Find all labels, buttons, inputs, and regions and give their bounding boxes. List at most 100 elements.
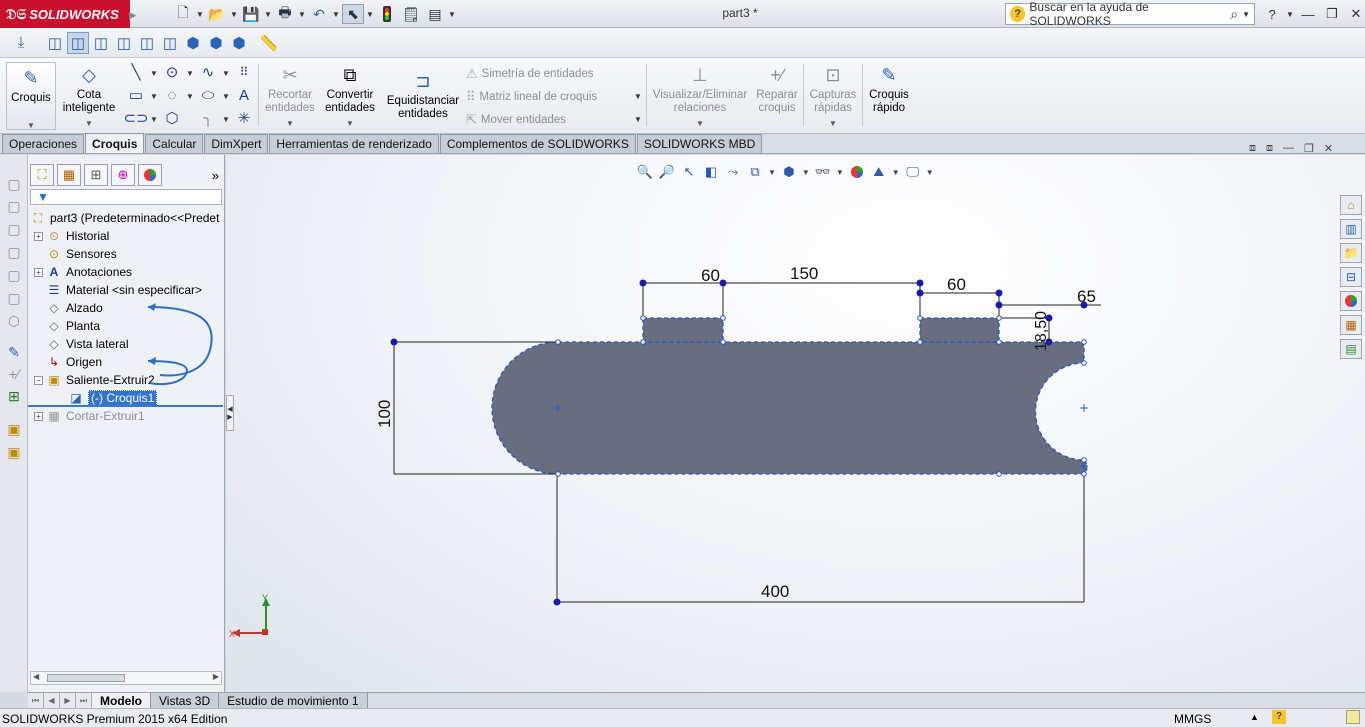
grid-icon[interactable]: ⠿ <box>232 62 256 82</box>
quick-snaps-button[interactable]: ⊡ Capturas rápidas ▼ <box>806 64 860 130</box>
configuration-manager-icon[interactable]: ⊞ <box>84 164 108 186</box>
revolve-icon[interactable]: ▢ <box>5 197 23 215</box>
solidworks-logo[interactable]: 𝔇𝔖 SOLIDWORKS ▶ <box>0 0 136 28</box>
relations-icon[interactable]: ⊞ <box>5 387 23 405</box>
restore-icon[interactable]: ❐ <box>1304 142 1314 155</box>
chevron-down-icon[interactable]: ▼ <box>1242 10 1250 19</box>
chevron-down-icon[interactable]: ▼ <box>150 92 158 101</box>
close-icon[interactable]: ✕ <box>1324 142 1333 155</box>
slot-icon[interactable]: ⊂⊃ <box>123 108 148 128</box>
expand-icon[interactable]: + <box>34 231 43 241</box>
ellipse-icon[interactable]: ⬭ <box>196 85 220 105</box>
move-entities-button[interactable]: ⇱ Mover entidades <box>466 112 566 128</box>
scroll-right-icon[interactable]: ▶ <box>213 672 219 681</box>
chevron-down-icon[interactable]: ▼ <box>150 69 158 78</box>
convert-entities-button[interactable]: ⧉ Convertir entidades ▼ <box>322 64 378 130</box>
arc-icon[interactable]: ◌ <box>160 85 184 105</box>
chevron-up-icon[interactable]: ▲ <box>1250 712 1259 722</box>
tree-filter[interactable]: ▼ <box>30 189 222 205</box>
tree-node-anotaciones[interactable]: + A Anotaciones <box>34 263 132 281</box>
solidworks-forum-icon[interactable]: ▤ <box>1340 339 1362 359</box>
tab-operaciones[interactable]: Operaciones <box>2 134 85 153</box>
dimension-60-left[interactable]: 60 <box>701 266 720 285</box>
save-icon[interactable]: 💾 <box>240 4 262 24</box>
tab-dimxpert[interactable]: DimXpert <box>204 134 269 153</box>
cut-icon[interactable]: ▢ <box>5 289 23 307</box>
tab-vistas-3d[interactable]: Vistas 3D <box>151 693 220 708</box>
tree-node-historial[interactable]: + ⏲ Historial <box>34 227 109 245</box>
cube-icon[interactable]: ⬢ <box>182 32 204 54</box>
new-document-icon[interactable]: 🗋 <box>172 4 194 24</box>
collapse-icon[interactable]: − <box>34 375 43 385</box>
tree-root[interactable]: ⛶ part3 (Predeterminado<<Predet <box>30 209 220 227</box>
help-icon[interactable]: ? <box>1272 710 1286 724</box>
dimension-150[interactable]: 150 <box>790 264 818 283</box>
horizontal-scrollbar[interactable]: ◀ ▶ <box>30 671 222 685</box>
sketch-button[interactable]: ✎ Croquis ▼ <box>6 62 56 130</box>
scroll-left-icon[interactable]: ◀ <box>33 672 39 681</box>
chevron-down-icon[interactable]: ▼ <box>650 117 750 130</box>
chevron-down-icon[interactable]: ▼ <box>366 10 374 19</box>
chevron-down-icon[interactable]: ▼ <box>222 69 230 78</box>
normal-to-icon[interactable]: ⤓ <box>10 32 32 54</box>
feature-icon[interactable]: ▣ <box>5 420 23 438</box>
dimension-400[interactable]: 400 <box>761 582 789 601</box>
restore-icon[interactable]: ❐ <box>1322 5 1342 23</box>
chevron-down-icon[interactable]: ▼ <box>264 10 272 19</box>
last-tab-icon[interactable]: ⏭ <box>76 693 92 708</box>
trim-entities-button[interactable]: ✂ Recortar entidades ▼ <box>262 64 318 130</box>
select-icon[interactable]: ⬉ <box>342 4 364 24</box>
first-tab-icon[interactable]: ⏮ <box>28 693 44 708</box>
search-icon[interactable]: ⌕ <box>1230 6 1238 23</box>
boundary-icon[interactable]: ▢ <box>5 266 23 284</box>
loft-icon[interactable]: ▢ <box>5 243 23 261</box>
sweep-icon[interactable]: ▢ <box>5 220 23 238</box>
view-palette-icon[interactable]: ⊟ <box>1340 267 1362 287</box>
repair-sketch-button[interactable]: +∕ Reparar croquis <box>754 64 800 115</box>
feature-icon[interactable]: ▣ <box>5 443 23 461</box>
close-icon[interactable]: ✕ <box>1346 5 1365 23</box>
chevron-down-icon[interactable]: ▼ <box>634 92 642 101</box>
rebuild-icon[interactable] <box>376 4 398 24</box>
tree-node-origen[interactable]: ↳ Origen <box>46 353 102 371</box>
tile-icon[interactable]: ⧈ <box>1249 142 1256 155</box>
chevron-down-icon[interactable]: ▼ <box>58 117 120 130</box>
repair-icon[interactable]: +∕ <box>5 365 23 383</box>
tree-node-cortar-extruir1[interactable]: + ▦ Cortar-Extruir1 <box>34 407 145 425</box>
chevron-down-icon[interactable]: ▼ <box>634 115 642 124</box>
chevron-down-icon[interactable]: ▼ <box>186 69 194 78</box>
hole-icon[interactable]: ⬡ <box>5 312 23 330</box>
hidden-removed-icon[interactable]: ◫ <box>90 32 112 54</box>
cube-shaded-icon[interactable]: ⬢ <box>205 32 227 54</box>
shaded-edges-icon[interactable]: ◫ <box>113 32 135 54</box>
chevron-down-icon[interactable]: ▼ <box>806 117 860 130</box>
chevron-down-icon[interactable]: ▼ <box>322 117 378 130</box>
point-icon[interactable]: ✳ <box>232 108 256 128</box>
chevron-down-icon[interactable]: ▼ <box>196 10 204 19</box>
line-icon[interactable]: ╲ <box>124 62 148 82</box>
chevron-down-icon[interactable]: ▼ <box>448 10 456 19</box>
help-icon[interactable]: ? <box>1262 5 1282 23</box>
mirror-entities-button[interactable]: ⚠ Simetría de entidades <box>466 66 594 82</box>
tab-herramientas-renderizado[interactable]: Herramientas de renderizado <box>269 134 439 153</box>
rebuild-status-icon[interactable] <box>1346 710 1360 724</box>
tree-node-alzado[interactable]: ◇ Alzado <box>46 299 102 317</box>
design-library-icon[interactable]: ▥ <box>1340 219 1362 239</box>
tab-solidworks-mbd[interactable]: SOLIDWORKS MBD <box>636 134 763 153</box>
graphics-area[interactable]: ◀ ▶ 🔍 🔎 ↖ ◧ ⤳ ⧉ ▼ ⬢ ▼ 👓 ▼ ⛰ ▼ 🖵 ▼ ⌂ ▥ 📁 ⊟ ▦ ▤ <box>226 155 1365 692</box>
minimize-icon[interactable]: — <box>1298 5 1318 23</box>
display-manager-icon[interactable] <box>138 164 162 186</box>
expand-icon[interactable]: + <box>34 267 43 277</box>
tile-vertical-icon[interactable]: ⧈ <box>1266 142 1273 155</box>
circle-icon[interactable]: ⊙ <box>160 62 184 82</box>
tree-node-vista-lateral[interactable]: ◇ Vista lateral <box>46 335 128 353</box>
chevron-down-icon[interactable]: ▼ <box>332 10 340 19</box>
shaded-icon[interactable]: ◫ <box>136 32 158 54</box>
undo-icon[interactable]: ↶ <box>308 4 330 24</box>
dimension-60-right[interactable]: 60 <box>947 275 966 294</box>
home-icon[interactable]: ⌂ <box>1340 195 1362 215</box>
rectangle-icon[interactable]: ▭ <box>124 85 148 105</box>
tree-node-saliente-extruir2[interactable]: − ▣ Saliente-Extruir2 <box>34 371 155 389</box>
chevron-down-icon[interactable]: ▼ <box>150 115 158 124</box>
chevron-down-icon[interactable]: ▼ <box>186 92 194 101</box>
